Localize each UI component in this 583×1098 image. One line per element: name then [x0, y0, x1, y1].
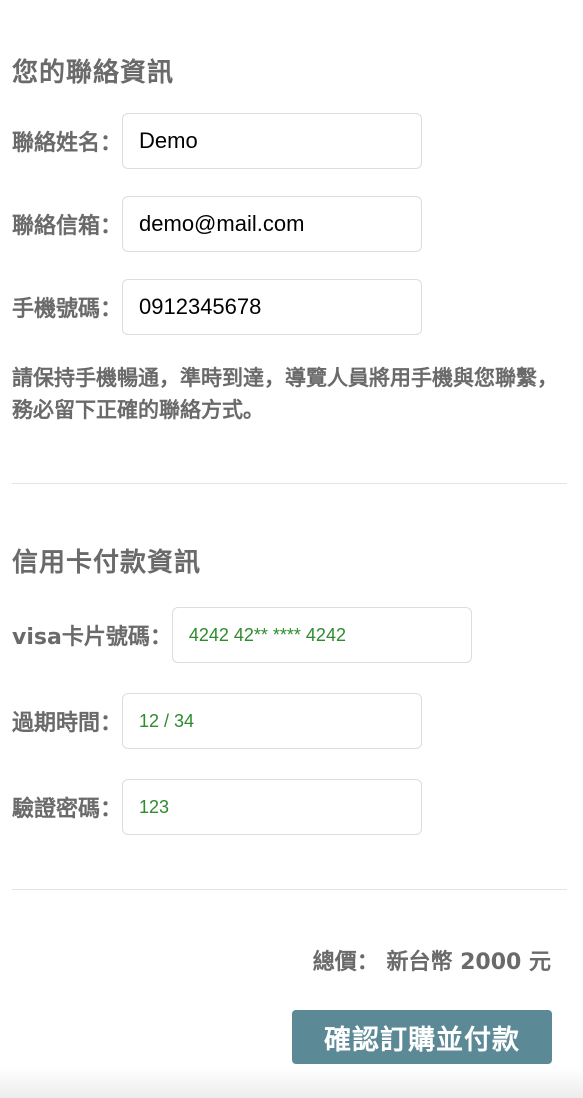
- email-input[interactable]: [122, 196, 423, 252]
- section-divider: [12, 889, 567, 890]
- contact-section-title: 您的聯絡資訊: [12, 58, 175, 88]
- name-row: 聯絡姓名：: [12, 113, 423, 169]
- expiry-row: 過期時間：: [12, 693, 423, 749]
- checkout-form: 您的聯絡資訊 聯絡姓名： 聯絡信箱： 手機號碼： 請保持手機暢通，準時到達，導覽…: [0, 0, 583, 1098]
- card-label: visa卡片號碼：: [12, 625, 172, 650]
- name-label: 聯絡姓名：: [12, 131, 123, 156]
- name-input[interactable]: [122, 113, 423, 169]
- contact-note: 請保持手機暢通，準時到達，導覽人員將用手機與您聯繫，務必留下正確的聯絡方式。: [12, 366, 558, 422]
- card-number-input[interactable]: [171, 607, 472, 663]
- total-price: 總價： 新台幣 2000 元: [312, 950, 551, 975]
- cvc-label: 驗證密碼：: [12, 797, 123, 822]
- email-label: 聯絡信箱：: [12, 214, 123, 239]
- section-divider: [12, 483, 567, 484]
- cvc-input[interactable]: [122, 779, 423, 835]
- email-row: 聯絡信箱：: [12, 196, 423, 252]
- phone-row: 手機號碼：: [12, 279, 423, 335]
- payment-section-title: 信用卡付款資訊: [12, 548, 202, 578]
- expiry-input[interactable]: [122, 693, 423, 749]
- confirm-payment-button[interactable]: 確認訂購並付款: [292, 1010, 552, 1064]
- card-row: visa卡片號碼：: [12, 607, 472, 663]
- cvc-row: 驗證密碼：: [12, 779, 423, 835]
- bottom-shadow: [0, 1068, 583, 1098]
- phone-label: 手機號碼：: [12, 297, 123, 322]
- expiry-label: 過期時間：: [12, 711, 123, 736]
- phone-input[interactable]: [122, 279, 423, 335]
